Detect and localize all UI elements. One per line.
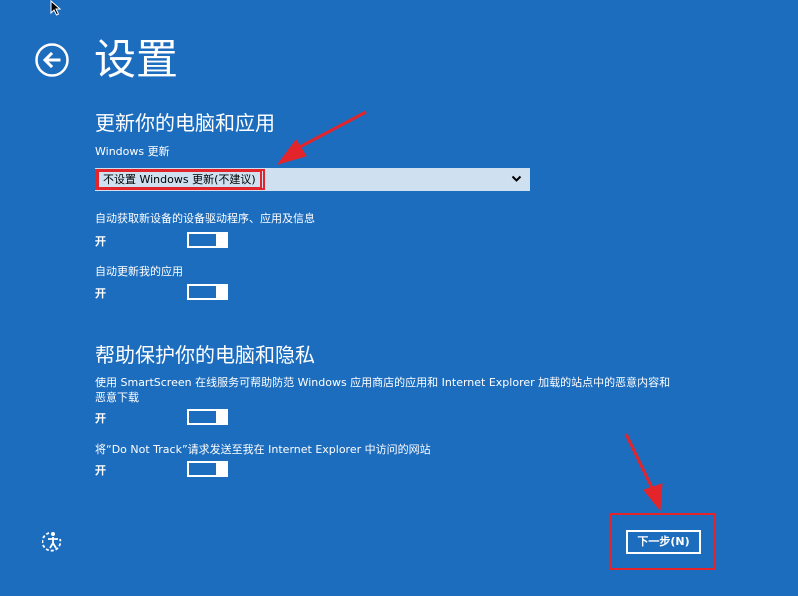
auto-app-label: 自动更新我的应用 <box>95 265 183 278</box>
auto-driver-toggle[interactable] <box>187 232 228 248</box>
annotation-arrows <box>95 110 663 512</box>
dnt-toggle[interactable] <box>187 461 228 477</box>
mouse-pointer-icon <box>50 0 62 16</box>
toggle-knob <box>218 409 228 425</box>
toggle-track <box>189 286 216 298</box>
auto-driver-label: 自动获取新设备的设备驱动程序、应用及信息 <box>95 212 315 225</box>
chevron-down-icon <box>511 175 522 182</box>
auto-driver-state: 开 <box>95 235 106 248</box>
toggle-knob <box>218 232 228 248</box>
toggle-track <box>189 411 216 423</box>
windows-update-select[interactable]: 不设置 Windows 更新(不建议) <box>95 168 530 191</box>
smartscreen-label-line2: 恶意下载 <box>95 391 139 404</box>
privacy-section-heading: 帮助保护你的电脑和隐私 <box>95 343 315 367</box>
toggle-track <box>189 463 216 475</box>
update-section-heading: 更新你的电脑和应用 <box>95 111 275 135</box>
page-title: 设置 <box>94 35 179 84</box>
windows-update-label: Windows 更新 <box>95 145 170 158</box>
dnt-state: 开 <box>95 464 106 477</box>
windows-update-selected-value: 不设置 Windows 更新(不建议) <box>97 170 262 189</box>
dnt-label: 将“Do Not Track”请求发送至我在 Internet Explorer… <box>95 443 431 456</box>
smartscreen-state: 开 <box>95 412 106 425</box>
back-arrow-icon[interactable] <box>35 43 69 77</box>
toggle-track <box>189 234 216 246</box>
ease-of-access-icon[interactable] <box>42 530 64 552</box>
smartscreen-label-line1: 使用 SmartScreen 在线服务可帮助防范 Windows 应用商店的应用… <box>95 376 671 389</box>
next-button[interactable]: 下一步(N) <box>626 530 701 554</box>
auto-app-state: 开 <box>95 287 106 300</box>
smartscreen-toggle[interactable] <box>187 409 228 425</box>
auto-app-toggle[interactable] <box>187 284 228 300</box>
toggle-knob <box>218 461 228 477</box>
toggle-knob <box>218 284 228 300</box>
